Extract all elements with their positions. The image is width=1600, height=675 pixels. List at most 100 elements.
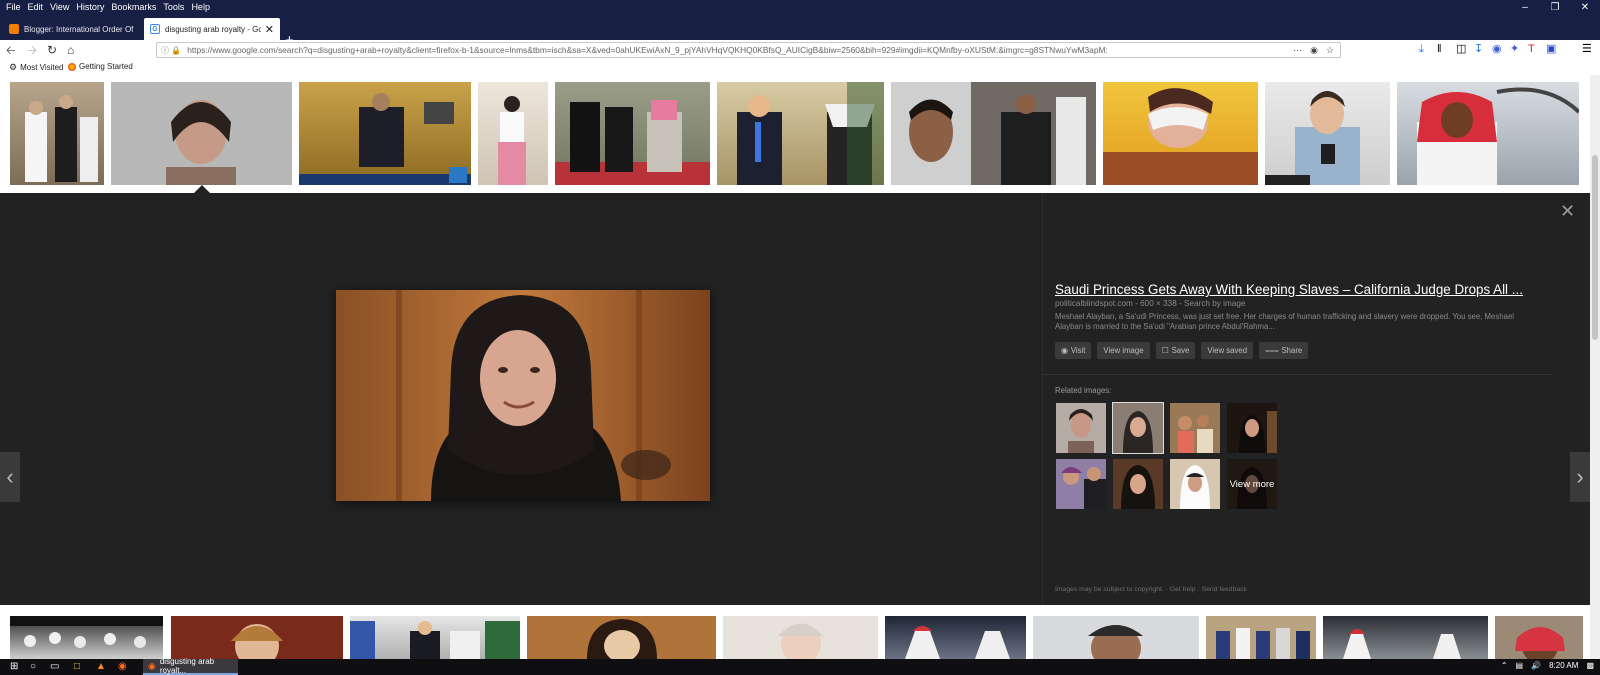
result-thumbnail[interactable] bbox=[1495, 616, 1583, 659]
result-thumbnail[interactable] bbox=[171, 616, 343, 659]
sidebar-icon[interactable]: ◫ bbox=[1456, 43, 1466, 56]
result-thumbnail[interactable] bbox=[527, 616, 716, 659]
view-saved-button[interactable]: View saved bbox=[1201, 342, 1254, 359]
result-thumbnail[interactable] bbox=[885, 616, 1026, 659]
share-button[interactable]: ⩶ Share bbox=[1259, 342, 1309, 359]
result-thumbnail[interactable] bbox=[723, 616, 878, 659]
result-thumbnail[interactable] bbox=[10, 616, 163, 659]
page-actions-icon[interactable]: ⋯ bbox=[1293, 45, 1302, 56]
result-thumbnail[interactable] bbox=[299, 82, 471, 185]
task-view-icon[interactable]: ▭ bbox=[50, 661, 59, 673]
previous-image-arrow[interactable]: ‹ bbox=[0, 452, 20, 502]
result-thumbnail[interactable] bbox=[350, 616, 520, 659]
close-tab-icon[interactable]: ✕ bbox=[265, 23, 274, 36]
visit-button[interactable]: ◉ Visit bbox=[1055, 342, 1092, 359]
result-thumbnail[interactable] bbox=[891, 82, 1096, 185]
address-bar[interactable]: ⓘ 🔒 https://www.google.com/search?q=disg… bbox=[156, 42, 1341, 58]
save-download-icon[interactable]: ↧ bbox=[1474, 43, 1483, 56]
bookmark-getting-started[interactable]: Getting Started bbox=[68, 62, 133, 71]
related-image[interactable] bbox=[1056, 403, 1106, 453]
menu-hamburger-icon[interactable]: ☰ bbox=[1582, 43, 1592, 56]
result-thumbnail[interactable] bbox=[717, 82, 884, 185]
menu-edit[interactable]: Edit bbox=[26, 2, 49, 12]
page-scrollbar[interactable] bbox=[1590, 75, 1600, 659]
back-icon[interactable]: 🡠 bbox=[6, 43, 16, 57]
site-info-icon[interactable]: ⓘ 🔒 bbox=[161, 45, 181, 56]
vlc-icon[interactable]: ▲ bbox=[96, 661, 106, 673]
reload-icon[interactable]: ↻ bbox=[47, 43, 57, 57]
related-image-selected[interactable] bbox=[1112, 402, 1164, 454]
extension-puzzle-icon[interactable]: ✦ bbox=[1510, 43, 1519, 56]
bookmark-icon: ☐ bbox=[1161, 346, 1169, 355]
info-separator bbox=[1042, 374, 1553, 375]
result-thumbnail[interactable] bbox=[1206, 616, 1316, 659]
pocket-icon[interactable]: ◉ bbox=[1310, 45, 1318, 56]
view-image-button[interactable]: View image bbox=[1097, 342, 1150, 359]
related-images-label: Related images: bbox=[1055, 386, 1112, 395]
minimize-icon[interactable]: – bbox=[1510, 0, 1540, 15]
tab-blogger[interactable]: Blogger: International Order Of bbox=[3, 18, 146, 40]
tab-google-images[interactable]: G disgusting arab royalty - Googl ✕ bbox=[144, 18, 280, 40]
menu-history[interactable]: History bbox=[74, 2, 109, 12]
volume-icon[interactable]: 🔊 bbox=[1531, 661, 1541, 670]
result-thumbnail[interactable] bbox=[1397, 82, 1579, 185]
bookmark-star-icon[interactable]: ☆ bbox=[1326, 45, 1334, 56]
menu-bar: File Edit View History Bookmarks Tools H… bbox=[0, 0, 1600, 15]
bookmark-most-visited[interactable]: ⚙ Most Visited bbox=[9, 62, 64, 73]
next-image-arrow[interactable]: › bbox=[1570, 452, 1590, 502]
related-image[interactable] bbox=[1227, 403, 1277, 453]
result-thumbnail[interactable] bbox=[1033, 616, 1199, 659]
related-image[interactable] bbox=[1170, 403, 1220, 453]
view-more-tile[interactable]: View more bbox=[1227, 459, 1277, 509]
close-window-icon[interactable]: ✕ bbox=[1570, 0, 1600, 15]
result-thumbnail[interactable] bbox=[1103, 82, 1258, 185]
panel-divider bbox=[1042, 193, 1043, 605]
menu-bookmarks[interactable]: Bookmarks bbox=[109, 2, 161, 12]
extension-circle-icon[interactable]: ◉ bbox=[1492, 43, 1502, 56]
windows-start-icon[interactable]: ⊞ bbox=[10, 661, 18, 673]
clock-time[interactable]: 8:20 AM bbox=[1549, 661, 1578, 670]
menu-view[interactable]: View bbox=[48, 2, 74, 12]
system-tray: ⌃ ▤ 🔊 8:20 AM ▩ bbox=[1501, 661, 1594, 670]
preview-image[interactable] bbox=[336, 290, 710, 501]
menu-file[interactable]: File bbox=[4, 2, 26, 12]
tab-label: Blogger: International Order Of bbox=[24, 24, 134, 34]
menu-help[interactable]: Help bbox=[189, 2, 215, 12]
result-thumbnail[interactable] bbox=[555, 82, 710, 185]
save-button[interactable]: ☐ Save bbox=[1155, 342, 1196, 359]
close-preview-icon[interactable]: ✕ bbox=[1560, 202, 1575, 220]
extension-box-icon[interactable]: ▣ bbox=[1546, 43, 1556, 56]
image-results: ‹ ✕ Saudi Princess Gets Away With Keepin… bbox=[0, 75, 1600, 659]
notifications-icon[interactable]: ▩ bbox=[1586, 661, 1594, 670]
related-image[interactable] bbox=[1056, 459, 1106, 509]
firefox-taskbar-icon[interactable]: ◉ bbox=[118, 661, 127, 673]
cortana-icon[interactable]: ○ bbox=[30, 661, 36, 673]
home-icon[interactable]: ⌂ bbox=[67, 43, 74, 57]
save-label: Save bbox=[1171, 346, 1190, 355]
active-firefox-window[interactable]: ◉ disgusting arab royalt... bbox=[143, 657, 238, 675]
scrollbar-thumb[interactable] bbox=[1592, 155, 1598, 340]
library-icon[interactable]: ‖ bbox=[1437, 43, 1442, 56]
restore-icon[interactable]: ❐ bbox=[1540, 0, 1570, 15]
forward-icon[interactable]: 🡢 bbox=[27, 43, 37, 57]
downloads-icon[interactable]: ⤓ bbox=[1419, 43, 1424, 56]
visit-label: Visit bbox=[1070, 346, 1086, 355]
related-image[interactable] bbox=[1170, 459, 1220, 509]
tab-strip: Blogger: International Order Of G disgus… bbox=[0, 15, 1600, 48]
active-task-label: disgusting arab royalt... bbox=[159, 657, 215, 675]
result-thumbnail[interactable] bbox=[1323, 616, 1488, 659]
preview-title-link[interactable]: Saudi Princess Gets Away With Keeping Sl… bbox=[1055, 282, 1540, 297]
view-more-label: View more bbox=[1227, 459, 1277, 509]
blogger-icon bbox=[9, 24, 19, 34]
share-icon: ⩶ bbox=[1265, 345, 1279, 355]
file-explorer-icon[interactable]: □ bbox=[74, 661, 80, 673]
related-image[interactable] bbox=[1113, 459, 1163, 509]
result-thumbnail-selected[interactable] bbox=[111, 82, 292, 185]
tray-expand-icon[interactable]: ⌃ bbox=[1501, 661, 1508, 670]
result-thumbnail[interactable] bbox=[478, 82, 548, 185]
extension-t-icon[interactable]: T bbox=[1528, 43, 1535, 56]
network-icon[interactable]: ▤ bbox=[1516, 661, 1524, 670]
result-thumbnail[interactable] bbox=[1265, 82, 1390, 185]
result-thumbnail[interactable] bbox=[10, 82, 104, 185]
menu-tools[interactable]: Tools bbox=[161, 2, 189, 12]
